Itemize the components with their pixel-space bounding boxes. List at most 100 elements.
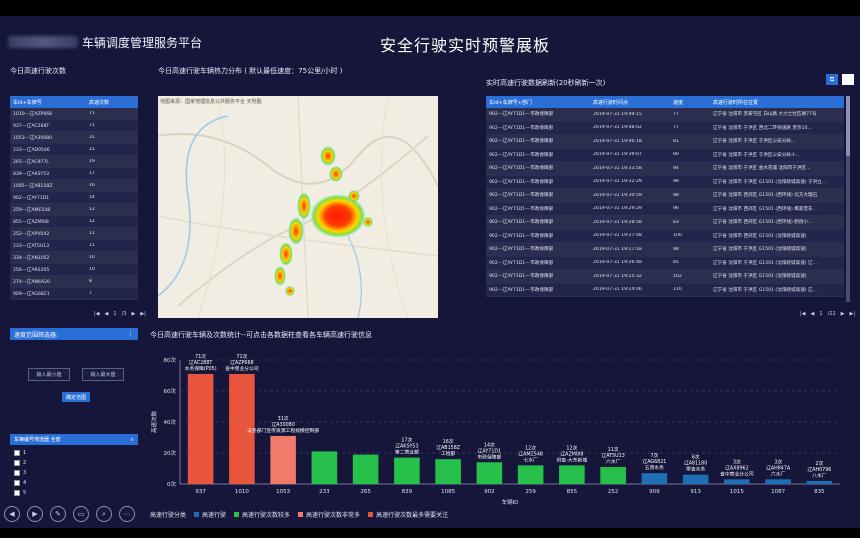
- table-row[interactable]: 937---辽AC288T 71: [10, 120, 138, 132]
- speed-filter-header: 速度范围筛选器: ⋮: [10, 328, 138, 340]
- count-cell: 8: [89, 279, 92, 284]
- table-row[interactable]: 902---辽AY71D1---市政保障部 2019-07-31 19:28:58…: [486, 216, 844, 230]
- vehicle-id-cell: 1053---辽A30080: [13, 135, 53, 141]
- table-row[interactable]: 902---辽AY71D1---市政保障部 2019-07-31 19:27:18…: [486, 243, 844, 257]
- time-cell: 2019-07-31 19:49:15: [593, 111, 642, 117]
- checkbox-box[interactable]: [14, 460, 20, 466]
- scrollbar-thumb[interactable]: [846, 96, 850, 156]
- prev-page-icon[interactable]: ◀: [811, 311, 815, 317]
- table-row[interactable]: 902---辽AY71D1---市政保障部 2019-07-31 19:33:58…: [486, 162, 844, 176]
- bar: [394, 457, 420, 484]
- table-row[interactable]: 1053---辽A30080 31: [10, 132, 138, 144]
- data-label: 水务保障(P05): [185, 365, 217, 372]
- vehicle-checkbox[interactable]: 4: [14, 478, 114, 488]
- vehicle-checkbox[interactable]: 2: [14, 458, 114, 468]
- table-row[interactable]: 902---辽AY71D1---市政保障部 2019-07-31 19:25:32…: [486, 270, 844, 284]
- checkbox-box[interactable]: [14, 470, 20, 476]
- column-header: 车id+车牌号: [13, 99, 42, 106]
- legend-swatch: [298, 512, 304, 517]
- table-row[interactable]: 1010---辽AZP668 71: [10, 108, 138, 120]
- vehicle-checkbox[interactable]: 5: [14, 488, 114, 498]
- table-row[interactable]: 265---辽AC977L 19: [10, 156, 138, 168]
- table-row[interactable]: 839---辽AKSY53 17: [10, 168, 138, 180]
- fullscreen-icon[interactable]: [842, 74, 854, 85]
- table-row[interactable]: 902---辽AY71D1---市政保障部 2019-07-31 19:30:59…: [486, 189, 844, 203]
- table-row[interactable]: 902---辽AY71D1---市政保障部 2019-07-31 19:46:18…: [486, 135, 844, 149]
- table-row[interactable]: 256---辽ARS205 10: [10, 264, 138, 276]
- count-cell: 11: [89, 231, 95, 236]
- vehicle-cell: 902---辽AY71D1---市政保障部: [489, 220, 554, 226]
- first-page-icon[interactable]: |◀: [94, 311, 100, 317]
- table-row[interactable]: 252---辽APV0X2 11: [10, 228, 138, 240]
- map-panel-title: 今日高速行驶车辆热力分布 ( 默认最低速度：75公里/小时 ): [158, 67, 343, 75]
- min-speed-input[interactable]: 输入最小值: [28, 368, 70, 381]
- next-page-icon[interactable]: ▶: [131, 311, 135, 317]
- first-page-icon[interactable]: |◀: [800, 311, 806, 317]
- search-icon[interactable]: ⌕: [131, 436, 134, 444]
- table-row[interactable]: 902---辽AY71D1 14: [10, 192, 138, 204]
- data-label: 71次: [236, 353, 247, 360]
- table-row[interactable]: 902---辽AY71D1---市政保障部 2019-07-31 19:48:02…: [486, 121, 844, 135]
- checkbox-box[interactable]: [14, 480, 20, 486]
- bar: [270, 435, 296, 484]
- table-row[interactable]: 909---辽AG6821 7: [10, 288, 138, 300]
- table-scrollbar[interactable]: [846, 96, 850, 302]
- table-row[interactable]: 902---辽AY71D1---市政保障部 2019-07-31 19:49:15…: [486, 108, 844, 122]
- data-label: 查中营业分公司: [720, 470, 754, 477]
- y-tick-label: 20次: [164, 449, 177, 457]
- confirm-range-button[interactable]: 确定范围: [62, 392, 90, 402]
- table-row[interactable]: 334---辽AN1052 10: [10, 252, 138, 264]
- refresh-toggle-icon[interactable]: ⧉: [826, 74, 838, 85]
- table-row[interactable]: 259---辽AME548 12: [10, 204, 138, 216]
- speed-cell: 80: [673, 152, 679, 158]
- checkbox-box[interactable]: [14, 490, 20, 496]
- more-icon[interactable]: ⋮: [127, 330, 134, 338]
- last-page-icon[interactable]: ▶|: [140, 311, 146, 317]
- table-row[interactable]: 233---辽AT5U13 11: [10, 240, 138, 252]
- speed-cell: 110: [673, 287, 682, 293]
- save-icon[interactable]: ▭: [73, 506, 89, 522]
- next-page-icon[interactable]: ▶: [841, 311, 845, 317]
- data-label: 辽AX8962: [725, 464, 749, 471]
- time-cell: 2019-07-31 19:33:58: [593, 165, 642, 171]
- realtime-table: 车id+车牌号+部门 高速行驶时间点 速度 高速行驶时所在位置 902---辽A…: [486, 96, 844, 302]
- legend-swatch: [234, 512, 240, 517]
- bar: [559, 465, 585, 484]
- table-row[interactable]: 902---辽AY71D1---市政保障部 2019-07-31 19:26:48…: [486, 256, 844, 270]
- prev-page-icon[interactable]: ◀: [105, 311, 109, 317]
- legend-item[interactable]: 高速行驶次数最多需要关注: [368, 510, 448, 519]
- left-pager: |◀ ◀ 1 /3 ▶ ▶|: [94, 311, 146, 317]
- zoom-icon[interactable]: ⌕: [96, 506, 112, 522]
- heat-map[interactable]: 地图来源：国家地理信息公共服务平台 天地图: [158, 96, 438, 318]
- table-row[interactable]: 855---辽AZM0I8 12: [10, 216, 138, 228]
- more-options-icon[interactable]: ⋯: [119, 506, 135, 522]
- data-label: 辽AB158Z: [436, 444, 461, 451]
- last-page-icon[interactable]: ▶|: [849, 311, 855, 317]
- legend-item[interactable]: 高速行驶次数非常多: [298, 510, 360, 519]
- max-speed-input[interactable]: 输入最大值: [82, 368, 124, 381]
- bar: [517, 465, 544, 484]
- edit-icon[interactable]: ✎: [50, 506, 66, 522]
- table-row[interactable]: 902---辽AY71D1---市政保障部 2019-07-31 19:39:07…: [486, 148, 844, 162]
- forward-icon[interactable]: ▶: [27, 506, 43, 522]
- checkbox-box[interactable]: [14, 450, 20, 456]
- x-tick-label: 1015: [730, 489, 744, 495]
- legend-item[interactable]: 高速行驶: [194, 510, 226, 519]
- table-row[interactable]: 902---辽AY71D1---市政保障部 2019-07-31 19:24:06…: [486, 283, 844, 297]
- table-header: 车id+车牌号+部门 高速行驶时间点 速度 高速行驶时所在位置: [486, 96, 844, 108]
- legend-item[interactable]: 高速行驶次数较多: [234, 510, 290, 519]
- vehicle-checkbox[interactable]: 1: [14, 448, 114, 458]
- location-cell: 辽宁省 沈阳市 西郊区 G1501 (西环线) 鹤傍小...: [713, 220, 813, 226]
- table-row[interactable]: 902---辽AY71D1---市政保障部 2019-07-31 19:27:48…: [486, 229, 844, 243]
- table-row[interactable]: 902---辽AY71D1---市政保障部 2019-07-31 19:32:29…: [486, 175, 844, 189]
- right-pager: |◀ ◀ 1 /22 ▶ ▶|: [800, 311, 855, 317]
- vehicle-id-cell: 259---辽AME548: [13, 207, 51, 213]
- vehicle-checkbox[interactable]: 3: [14, 468, 114, 478]
- table-row[interactable]: 233---辽AD0546 21: [10, 144, 138, 156]
- table-row[interactable]: 274---辽AN6A20 8: [10, 276, 138, 288]
- table-row[interactable]: 902---辽AY71D1---市政保障部 2019-07-31 19:29:29…: [486, 202, 844, 216]
- checkbox-label: 3: [23, 470, 27, 476]
- vehicle-filter-header[interactable]: 车辆编号筛选器 全部 ⌕: [10, 434, 138, 445]
- table-row[interactable]: 1085---辽AB158Z 16: [10, 180, 138, 192]
- back-icon[interactable]: ◀: [4, 506, 20, 522]
